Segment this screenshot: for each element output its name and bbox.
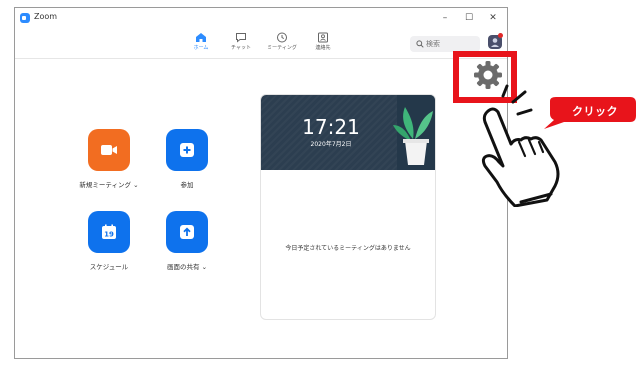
clock-icon — [277, 32, 287, 43]
upcoming-meetings-card: 17:21 2020年7月2日 今日予定されているミーティングはありません — [260, 94, 436, 320]
plus-icon — [180, 143, 194, 157]
share-screen-icon — [180, 225, 194, 239]
schedule-button[interactable]: 19 — [88, 211, 130, 253]
tab-contacts[interactable]: 連絡先 — [303, 30, 343, 56]
tab-meetings[interactable]: ミーティング — [262, 30, 302, 56]
calendar-icon: 19 — [102, 224, 116, 239]
tab-label: ミーティング — [267, 45, 297, 51]
current-date: 2020年7月2日 — [310, 141, 352, 148]
close-button[interactable]: ✕ — [483, 10, 503, 26]
tab-label: ホーム — [193, 45, 209, 51]
tab-label: 連絡先 — [315, 45, 331, 51]
zoom-logo-icon — [20, 13, 30, 23]
new-meeting-button[interactable] — [88, 129, 130, 171]
join-button[interactable] — [166, 129, 208, 171]
pointing-hand-icon — [481, 84, 560, 207]
tab-home[interactable]: ホーム — [181, 30, 221, 56]
current-time: 17:21 — [302, 115, 360, 139]
home-icon — [196, 33, 206, 42]
join-action[interactable]: 参加 — [157, 129, 217, 189]
search-box[interactable] — [410, 36, 480, 52]
plant-decoration-icon — [393, 95, 435, 170]
chevron-down-icon[interactable]: ⌄ — [202, 263, 207, 271]
clock-banner: 17:21 2020年7月2日 — [261, 95, 435, 170]
search-input[interactable] — [426, 36, 476, 52]
title-bar: Zoom – ☐ ✕ — [15, 8, 507, 28]
search-icon — [416, 40, 424, 48]
tab-chat[interactable]: チャット — [221, 30, 261, 56]
chat-icon — [236, 33, 246, 43]
zoom-window: Zoom – ☐ ✕ ホーム チャット ミーティング 連絡先 検索 新規ミーティ… — [14, 7, 508, 359]
action-label: 新規ミーティング ⌄ — [79, 181, 139, 189]
maximize-button[interactable]: ☐ — [459, 10, 479, 26]
action-label: 画面の共有 ⌄ — [166, 263, 208, 271]
notification-dot — [498, 33, 503, 38]
share-screen-button[interactable] — [166, 211, 208, 253]
window-title: Zoom — [34, 12, 58, 21]
action-label: 参加 — [180, 181, 194, 189]
calendar-day: 19 — [104, 231, 114, 239]
schedule-action[interactable]: 19 スケジュール — [79, 211, 139, 271]
no-meetings-message: 今日予定されているミーティングはありません — [285, 245, 411, 252]
new-meeting-action[interactable]: 新規ミーティング ⌄ — [79, 129, 139, 189]
top-nav: ホーム チャット ミーティング 連絡先 — [15, 28, 507, 59]
chevron-down-icon[interactable]: ⌄ — [133, 181, 138, 189]
tab-label: チャット — [231, 45, 251, 51]
contacts-icon — [318, 32, 328, 43]
action-label: スケジュール — [89, 263, 129, 271]
minimize-button[interactable]: – — [435, 10, 455, 26]
share-screen-action[interactable]: 画面の共有 ⌄ — [157, 211, 217, 271]
video-camera-icon — [101, 145, 117, 155]
